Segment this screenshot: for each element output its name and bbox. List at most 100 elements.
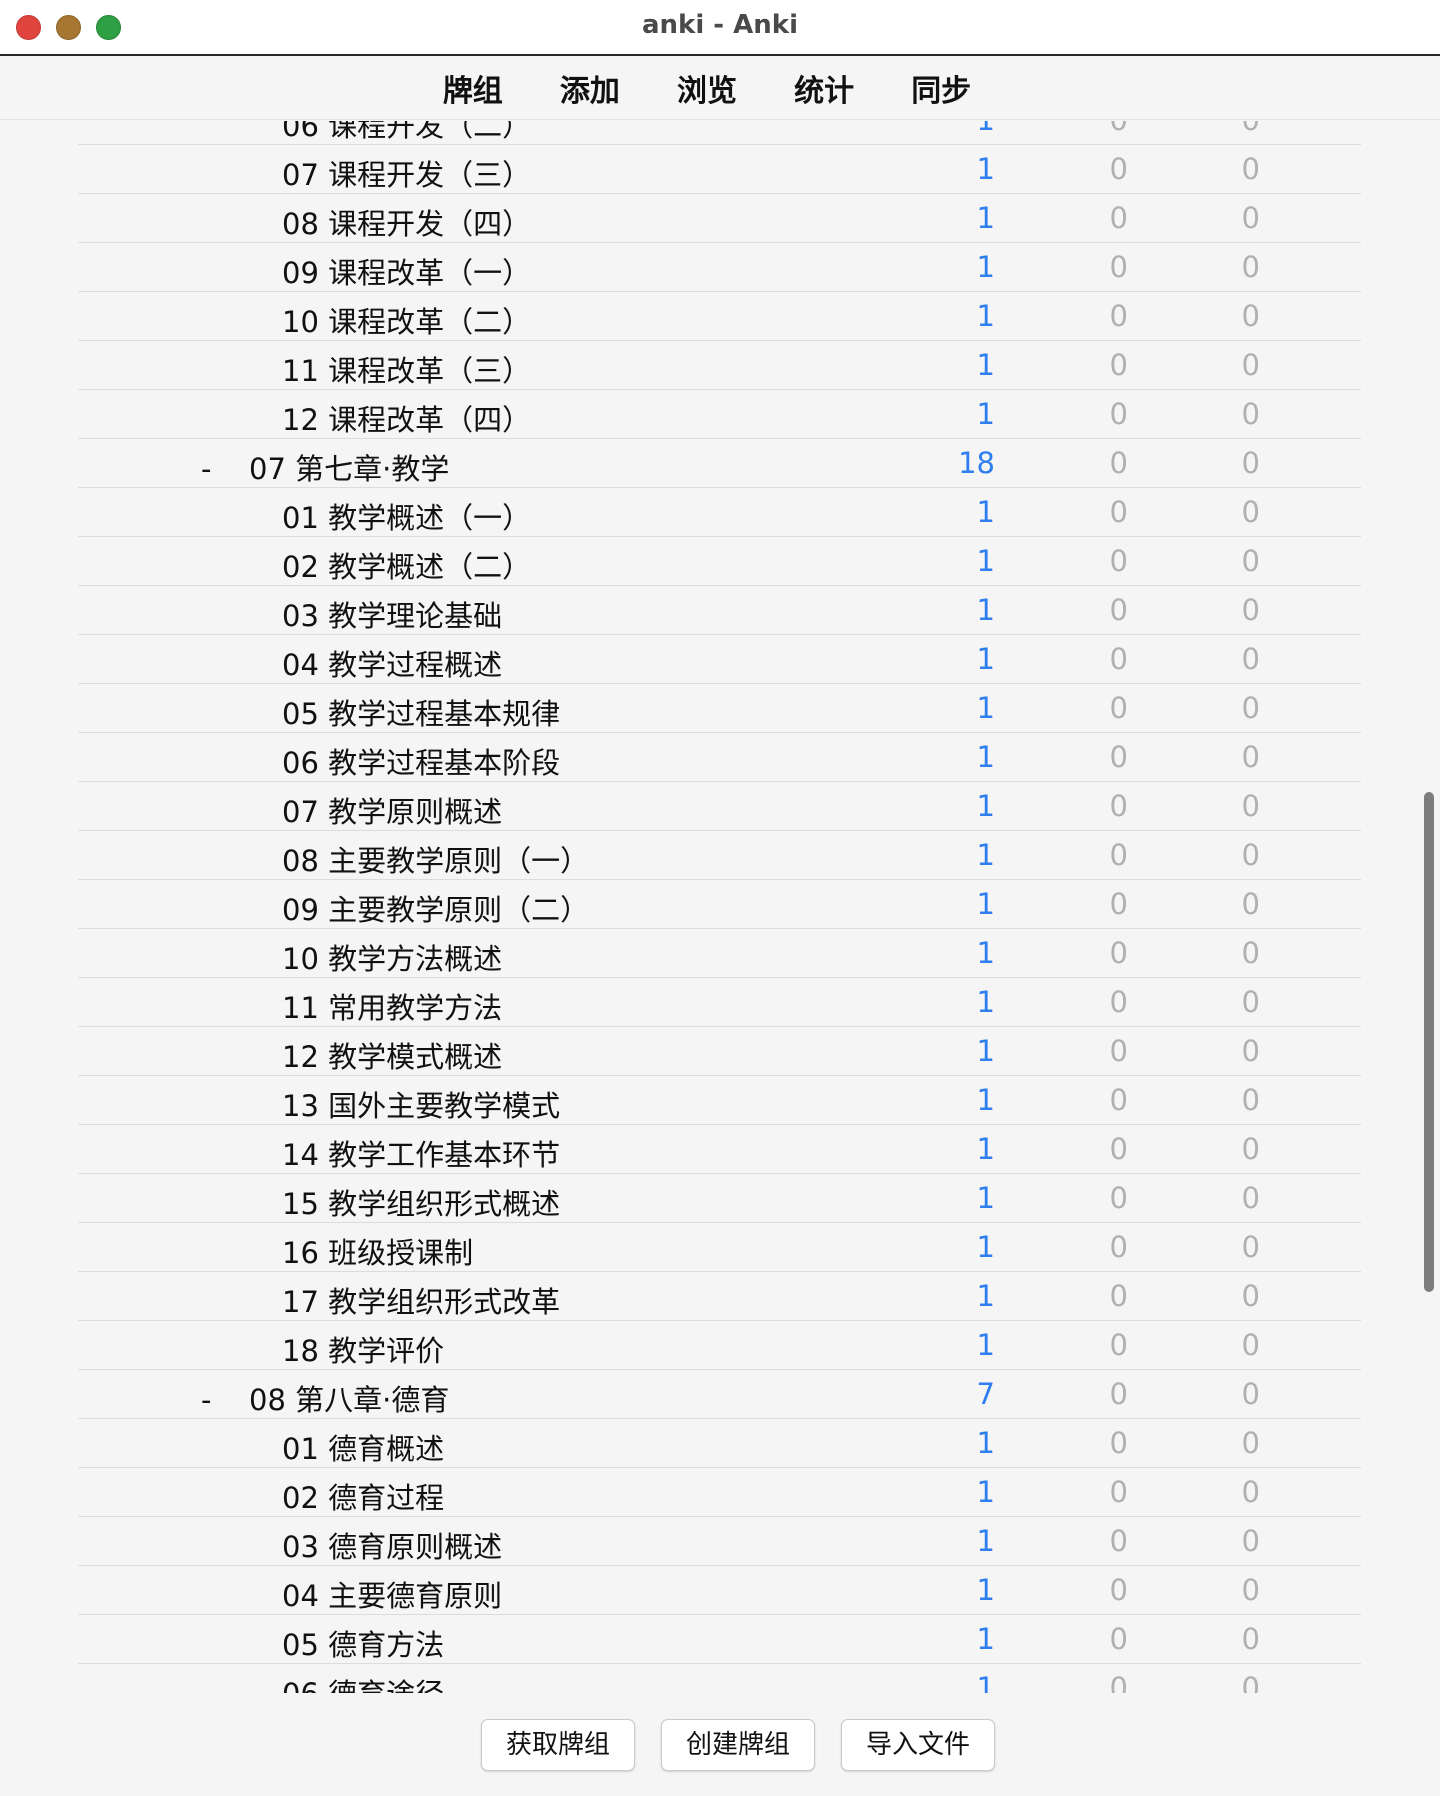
deck-name[interactable]: 06 课程开发（二） <box>282 121 531 145</box>
deck-name[interactable]: 06 教学过程基本阶段 <box>282 740 560 782</box>
deck-row[interactable]: 03 教学理论基础 1 0 0 <box>0 586 1440 635</box>
deck-row[interactable]: 12 课程改革（四） 1 0 0 <box>0 390 1440 439</box>
deck-name[interactable]: 08 主要教学原则（一） <box>282 838 589 880</box>
deck-row[interactable]: 06 课程开发（二） 1 0 0 <box>0 121 1440 145</box>
new-count: 18 <box>958 446 995 480</box>
deck-name[interactable]: 02 德育过程 <box>282 1475 444 1517</box>
deck-name-label: 08 主要教学原则（一） <box>282 844 590 878</box>
deck-list-scrollbar[interactable] <box>1424 792 1434 1292</box>
deck-row-parent[interactable]: -07 第七章·教学 18 0 0 <box>0 439 1440 488</box>
create-deck-button[interactable]: 创建牌组 <box>661 1719 815 1771</box>
deck-row-parent[interactable]: -08 第八章·德育 7 0 0 <box>0 1370 1440 1419</box>
new-count: 1 <box>976 1622 995 1656</box>
nav-sync[interactable]: 同步 <box>911 66 971 110</box>
deck-name[interactable]: 10 教学方法概述 <box>282 936 502 978</box>
import-file-button[interactable]: 导入文件 <box>841 1719 995 1771</box>
due-count: 0 <box>1241 985 1260 1019</box>
deck-row[interactable]: 11 课程改革（三） 1 0 0 <box>0 341 1440 390</box>
due-count: 0 <box>1241 1622 1260 1656</box>
deck-name[interactable]: 03 教学理论基础 <box>282 593 502 635</box>
learn-count: 0 <box>1109 348 1128 382</box>
deck-row[interactable]: 04 教学过程概述 1 0 0 <box>0 635 1440 684</box>
deck-name[interactable]: 11 常用教学方法 <box>282 985 502 1027</box>
collapse-toggle[interactable]: - <box>201 1383 231 1417</box>
learn-count: 0 <box>1109 740 1128 774</box>
due-count: 0 <box>1180 121 1260 137</box>
deck-name-label: 05 德育方法 <box>282 1628 445 1662</box>
deck-row[interactable]: 17 教学组织形式改革 1 0 0 <box>0 1272 1440 1321</box>
new-count: 1 <box>976 789 995 823</box>
deck-row[interactable]: 09 课程改革（一） 1 0 0 <box>0 243 1440 292</box>
learn-count: 0 <box>1109 887 1128 921</box>
nav-add[interactable]: 添加 <box>560 66 620 110</box>
deck-row[interactable]: 16 班级授课制 1 0 0 <box>0 1223 1440 1272</box>
deck-name[interactable]: 02 教学概述（二） <box>282 544 531 586</box>
due-count: 0 <box>1241 936 1260 970</box>
deck-name[interactable]: 12 教学模式概述 <box>282 1034 502 1076</box>
deck-name[interactable]: 11 课程改革（三） <box>282 348 531 390</box>
deck-name-label: 17 教学组织形式改革 <box>282 1285 561 1319</box>
deck-row[interactable]: 10 课程改革（二） 1 0 0 <box>0 292 1440 341</box>
deck-name[interactable]: 01 德育概述 <box>282 1426 444 1468</box>
deck-row[interactable]: 18 教学评价 1 0 0 <box>0 1321 1440 1370</box>
deck-name[interactable]: 09 课程改革（一） <box>282 250 531 292</box>
deck-rows: 06 课程开发（二）10007 课程开发（三）10008 课程开发（四）1000… <box>0 121 1440 1693</box>
deck-row[interactable]: 02 教学概述（二） 1 0 0 <box>0 537 1440 586</box>
deck-name[interactable]: -07 第七章·教学 <box>201 446 449 488</box>
deck-name[interactable]: 08 课程开发（四） <box>282 201 531 243</box>
get-shared-decks-button[interactable]: 获取牌组 <box>481 1719 635 1771</box>
deck-row[interactable]: 06 德育途径 1 0 0 <box>0 1664 1440 1693</box>
deck-name[interactable]: 09 主要教学原则（二） <box>282 887 589 929</box>
deck-row[interactable]: 13 国外主要教学模式 1 0 0 <box>0 1076 1440 1125</box>
deck-row[interactable]: 11 常用教学方法 1 0 0 <box>0 978 1440 1027</box>
learn-count: 0 <box>1109 1328 1128 1362</box>
deck-row[interactable]: 01 教学概述（一） 1 0 0 <box>0 488 1440 537</box>
deck-name-label: 08 课程开发（四） <box>282 207 532 241</box>
deck-row[interactable]: 02 德育过程 1 0 0 <box>0 1468 1440 1517</box>
nav-browse[interactable]: 浏览 <box>677 66 737 110</box>
deck-name-label: 04 主要德育原则 <box>282 1579 503 1613</box>
deck-name[interactable]: 07 课程开发（三） <box>282 152 531 194</box>
deck-name[interactable]: 13 国外主要教学模式 <box>282 1083 560 1125</box>
deck-name[interactable]: 05 德育方法 <box>282 1622 444 1664</box>
deck-row[interactable]: 08 主要教学原则（一） 1 0 0 <box>0 831 1440 880</box>
deck-row[interactable]: 01 德育概述 1 0 0 <box>0 1419 1440 1468</box>
deck-row[interactable]: 06 教学过程基本阶段 1 0 0 <box>0 733 1440 782</box>
deck-row[interactable]: 03 德育原则概述 1 0 0 <box>0 1517 1440 1566</box>
collapse-toggle[interactable]: - <box>201 452 231 486</box>
due-count: 0 <box>1241 789 1260 823</box>
deck-name[interactable]: 12 课程改革（四） <box>282 397 531 439</box>
deck-name[interactable]: 06 德育途径 <box>282 1671 444 1693</box>
deck-row[interactable]: 09 主要教学原则（二） 1 0 0 <box>0 880 1440 929</box>
new-count: 1 <box>976 1671 995 1693</box>
deck-row[interactable]: 14 教学工作基本环节 1 0 0 <box>0 1125 1440 1174</box>
deck-row[interactable]: 10 教学方法概述 1 0 0 <box>0 929 1440 978</box>
deck-name[interactable]: 16 班级授课制 <box>282 1230 473 1272</box>
deck-name[interactable]: 17 教学组织形式改革 <box>282 1279 560 1321</box>
deck-name[interactable]: 04 主要德育原则 <box>282 1573 502 1615</box>
deck-name[interactable]: 07 教学原则概述 <box>282 789 502 831</box>
deck-name[interactable]: -08 第八章·德育 <box>201 1377 449 1419</box>
deck-name[interactable]: 18 教学评价 <box>282 1328 444 1370</box>
deck-row[interactable]: 05 教学过程基本规律 1 0 0 <box>0 684 1440 733</box>
due-count: 0 <box>1241 1230 1260 1264</box>
nav-stats[interactable]: 统计 <box>794 66 854 110</box>
deck-name[interactable]: 05 教学过程基本规律 <box>282 691 560 733</box>
deck-name[interactable]: 03 德育原则概述 <box>282 1524 502 1566</box>
deck-name[interactable]: 14 教学工作基本环节 <box>282 1132 560 1174</box>
deck-name[interactable]: 04 教学过程概述 <box>282 642 502 684</box>
due-count: 0 <box>1241 887 1260 921</box>
new-count: 1 <box>976 397 995 431</box>
deck-row[interactable]: 04 主要德育原则 1 0 0 <box>0 1566 1440 1615</box>
deck-row[interactable]: 05 德育方法 1 0 0 <box>0 1615 1440 1664</box>
deck-row[interactable]: 08 课程开发（四） 1 0 0 <box>0 194 1440 243</box>
deck-row[interactable]: 15 教学组织形式概述 1 0 0 <box>0 1174 1440 1223</box>
deck-row[interactable]: 07 课程开发（三） 1 0 0 <box>0 145 1440 194</box>
due-count: 0 <box>1241 1573 1260 1607</box>
deck-row[interactable]: 12 教学模式概述 1 0 0 <box>0 1027 1440 1076</box>
deck-name[interactable]: 15 教学组织形式概述 <box>282 1181 560 1223</box>
deck-name[interactable]: 01 教学概述（一） <box>282 495 531 537</box>
nav-decks[interactable]: 牌组 <box>443 66 503 110</box>
deck-row[interactable]: 07 教学原则概述 1 0 0 <box>0 782 1440 831</box>
deck-name[interactable]: 10 课程改革（二） <box>282 299 531 341</box>
